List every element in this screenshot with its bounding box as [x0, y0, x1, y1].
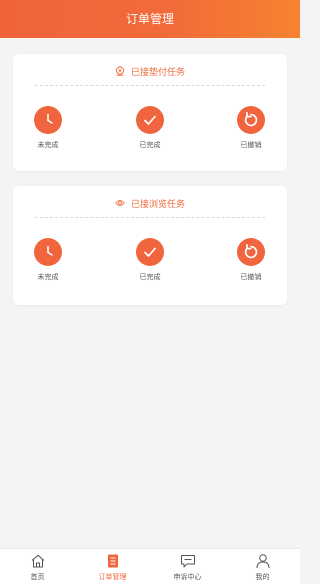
status-incomplete[interactable]: 未完成 — [18, 238, 78, 282]
clock-icon — [34, 238, 62, 266]
undo-icon — [237, 238, 265, 266]
tab-mine[interactable]: 我的 — [225, 549, 300, 584]
card-title-text: 已接垫付任务 — [130, 67, 185, 78]
status-revoked[interactable]: 已撤销 — [221, 238, 281, 282]
home-icon — [30, 553, 46, 569]
eye-icon — [115, 198, 125, 208]
check-icon — [136, 238, 164, 266]
advance-payment-tasks-card: 已接垫付任务 未完成 已完成 已撤销 — [13, 54, 287, 171]
status-label: 未完成 — [37, 141, 59, 149]
status-revoked[interactable]: 已撤销 — [221, 106, 281, 150]
card-title: 已接垫付任务 — [13, 63, 287, 79]
card-title-text: 已接浏览任务 — [130, 199, 185, 210]
status-label: 已撤销 — [240, 273, 262, 281]
order-management-page: 订单管理 已接垫付任务 未完成 已完成 已撤销 已接浏览任务 未完成 已完成 已… — [0, 0, 300, 584]
user-icon — [255, 553, 271, 569]
tab-label: 申诉中心 — [173, 573, 202, 581]
tab-label: 我的 — [255, 573, 270, 581]
status-label: 未完成 — [37, 273, 59, 281]
page-title: 订单管理 — [125, 12, 174, 26]
clock-icon — [34, 106, 62, 134]
status-label: 已撤销 — [240, 141, 262, 149]
tab-home[interactable]: 首页 — [0, 549, 75, 584]
status-incomplete[interactable]: 未完成 — [18, 106, 78, 150]
card-title: 已接浏览任务 — [13, 195, 287, 211]
tab-order-management[interactable]: 订单管理 — [75, 549, 150, 584]
status-label: 已完成 — [139, 141, 161, 149]
status-row: 未完成 已完成 已撤销 — [13, 106, 287, 158]
tab-appeal-center[interactable]: 申诉中心 — [150, 549, 225, 584]
appeal-chat-icon — [180, 553, 196, 569]
status-completed[interactable]: 已完成 — [120, 106, 180, 150]
divider — [35, 217, 265, 218]
tab-label: 首页 — [30, 573, 45, 581]
payment-icon — [115, 66, 125, 76]
undo-icon — [237, 106, 265, 134]
check-icon — [136, 106, 164, 134]
bottom-tab-bar: 首页 订单管理 申诉中心 我的 — [0, 548, 300, 584]
status-completed[interactable]: 已完成 — [120, 238, 180, 282]
header-bar: 订单管理 — [0, 0, 300, 38]
order-list-icon — [105, 553, 121, 569]
divider — [35, 85, 265, 86]
status-label: 已完成 — [139, 273, 161, 281]
tab-label: 订单管理 — [98, 573, 127, 581]
status-row: 未完成 已完成 已撤销 — [13, 238, 287, 290]
browse-tasks-card: 已接浏览任务 未完成 已完成 已撤销 — [13, 186, 287, 305]
